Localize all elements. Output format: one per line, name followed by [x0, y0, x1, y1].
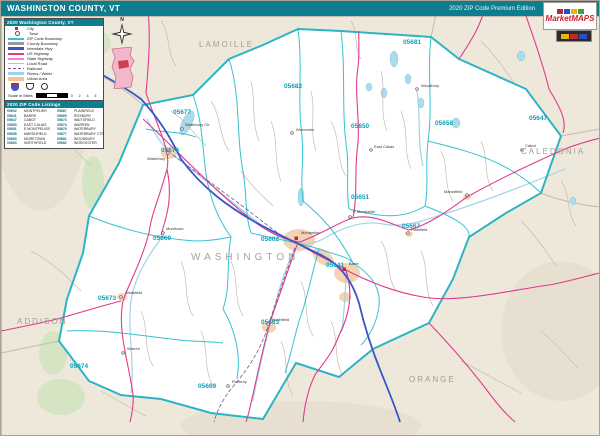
scale-bar: Scale in Miles 0246: [5, 92, 103, 100]
railroad-swatch: [8, 67, 24, 70]
local-road-swatch: [8, 63, 24, 64]
scale-ticks: 0246: [70, 93, 97, 98]
us-highway-swatch: [8, 52, 24, 55]
legend-item-label: Urban Area: [27, 76, 48, 81]
state-locator-inset: [106, 46, 138, 94]
water-swatch: [8, 72, 24, 75]
zip-listing-panel: 2020 ZIP Code Listings 05602 MONTPELIER 05…: [4, 100, 104, 149]
state-highway-shield-icon: [41, 83, 48, 90]
compass-rose: N: [111, 18, 133, 50]
compass-star-icon: [111, 23, 133, 45]
edition-label: 2020 ZIP Code Premium Edition: [449, 5, 535, 12]
scale-label: Scale in Miles: [8, 93, 33, 98]
zip-boundary-swatch: [8, 37, 24, 40]
legend-panel: 2020 Washington County, VT City Town ZIP…: [4, 18, 104, 101]
map-title: WASHINGTON COUNTY, VT: [7, 4, 121, 13]
state-highway-swatch: [8, 57, 24, 60]
zip-listing-title: 2020 ZIP Code Listings: [5, 101, 103, 108]
city-swatch: [15, 27, 18, 30]
scale-bar-graphic: [35, 93, 68, 98]
interstate-swatch: [8, 47, 24, 50]
town-swatch: [15, 31, 20, 36]
logo-wordmark: MarketMAPS: [545, 14, 595, 23]
legend-title: 2020 Washington County, VT: [5, 19, 103, 26]
interstate-shield-icon: [11, 82, 19, 91]
zip-listing-table: 05602 MONTPELIER 05667 PLAINFIELD 05641 BARR…: [7, 109, 105, 146]
us-highway-shield-icon: [26, 83, 34, 90]
publisher-badge: [556, 30, 592, 42]
title-bar: WASHINGTON COUNTY, VT 2020 ZIP Code Prem…: [1, 1, 599, 16]
marketmaps-logo: MarketMAPS: [543, 2, 597, 30]
map-sheet: LAMOILLE CALEDONIA ADDISON ORANGE WASHIN…: [0, 0, 600, 436]
county-boundary-swatch: [8, 42, 24, 45]
urban-area-swatch: [8, 76, 24, 81]
highway-shields-row: [5, 81, 103, 92]
